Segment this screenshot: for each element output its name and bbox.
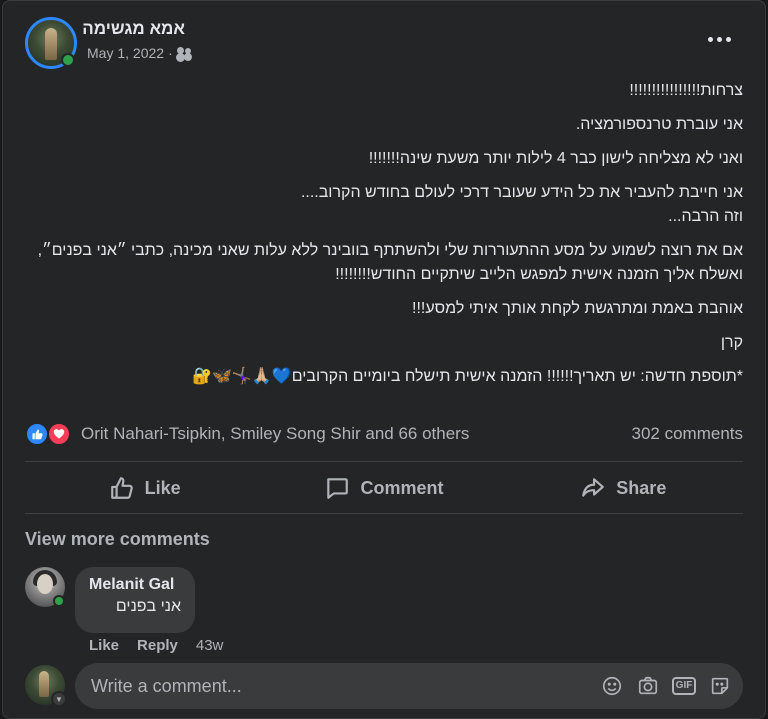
post-paragraph: קרן [720, 334, 743, 351]
gif-icon[interactable]: GIF [671, 675, 697, 697]
like-button[interactable]: Like [25, 463, 264, 513]
comment-icon [327, 478, 349, 499]
comment-bubble: Melanit Gal אני בפנים [75, 567, 195, 633]
post-paragraph: אוהבת באמת ומתרגשת לקחת אותך איתי למסע!!… [412, 300, 743, 317]
post-actions: Like Comment Share [25, 463, 743, 513]
comment-input[interactable] [91, 675, 601, 697]
comment-button[interactable]: Comment [264, 463, 503, 513]
post-paragraph: אני חייבת להעביר את כל הידע שעובר דרכי ל… [300, 184, 743, 201]
post-paragraph: צרחות!!!!!!!!!!!!!!!! [629, 82, 743, 99]
like-reaction-icon [25, 422, 49, 446]
emoji-icon[interactable] [601, 675, 623, 697]
camera-icon[interactable] [637, 675, 659, 697]
reactions-summary: Orit Nahari-Tsipkin, Smiley Song Shir an… [25, 421, 743, 447]
sticker-icon[interactable] [709, 675, 731, 697]
chevron-down-icon[interactable]: ▼ [51, 691, 67, 707]
post-date[interactable]: May 1, 2022 [87, 45, 164, 61]
share-button[interactable]: Share [504, 463, 743, 513]
post-meta: May 1, 2022 · [87, 45, 193, 61]
post-text: צרחות!!!!!!!!!!!!!!!! אני עוברת טרנספורמ… [33, 79, 743, 399]
divider [25, 513, 743, 514]
composer-tools: GIF [601, 675, 731, 697]
post-paragraph: אם את רוצה לשמוע על מסע ההתעוררות שלי ול… [37, 242, 743, 283]
dot-icon [716, 36, 722, 42]
reaction-icons[interactable] [25, 422, 73, 446]
reaction-names[interactable]: Orit Nahari-Tsipkin, Smiley Song Shir an… [81, 424, 469, 444]
share-icon [582, 478, 605, 497]
dot-icon [725, 36, 731, 42]
online-status-dot [61, 53, 75, 67]
comment-composer: GIF [75, 663, 743, 709]
comment-text: אני בפנים [115, 598, 181, 615]
meta-separator: · [168, 45, 173, 61]
friends-icon [176, 47, 193, 59]
post-paragraph: ואני לא מצליחה לישון כבר 4 לילות יותר מש… [368, 150, 743, 167]
divider [25, 461, 743, 462]
comment-timestamp[interactable]: 43w [196, 637, 224, 654]
comment-like-link[interactable]: Like [89, 637, 119, 654]
gif-label: GIF [671, 677, 697, 695]
like-label: Like [144, 477, 181, 498]
comment-actions: Like Reply 43w [89, 637, 223, 654]
online-status-dot [53, 595, 65, 607]
view-more-comments-link[interactable]: View more comments [25, 529, 210, 550]
commenter-name[interactable]: Melanit Gal [89, 576, 181, 594]
comment-reply-link[interactable]: Reply [137, 637, 178, 654]
post-card: אמא מגשימה May 1, 2022 · צרחות!!!!!!!!!!… [2, 0, 766, 719]
comment-label: Comment [360, 477, 444, 498]
author-name[interactable]: אמא מגשימה [82, 19, 185, 39]
thumbs-up-icon [110, 477, 133, 499]
love-reaction-icon [47, 422, 71, 446]
more-options-button[interactable] [703, 27, 735, 51]
comment-count[interactable]: 302 comments [632, 424, 744, 444]
dot-icon [707, 36, 713, 42]
post-paragraph: *תוספת חדשה: יש תאריך!!!!!! הזמנה אישית … [192, 368, 743, 385]
post-paragraph: וזה הרבה... [668, 208, 743, 225]
post-paragraph: אני עוברת טרנספורמציה. [575, 116, 743, 133]
share-label: Share [616, 477, 667, 498]
